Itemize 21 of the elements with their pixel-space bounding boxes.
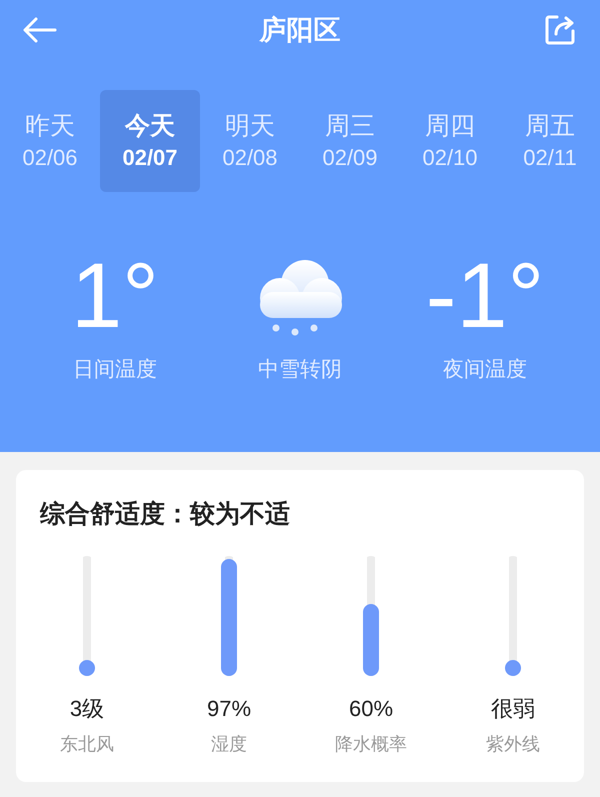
day-tab[interactable]: 周五 02/11 bbox=[500, 90, 600, 192]
night-temperature: -1° bbox=[426, 246, 544, 346]
day-tab[interactable]: 昨天 02/06 bbox=[0, 90, 100, 192]
metric-label: 东北风 bbox=[60, 732, 114, 756]
comfort-title: 综合舒适度：较为不适 bbox=[40, 499, 291, 530]
metric-label: 降水概率 bbox=[335, 732, 407, 756]
metric-value: 60% bbox=[348, 694, 394, 722]
night-temperature-label: 夜间温度 bbox=[443, 357, 527, 383]
page-title: 庐阳区 bbox=[260, 14, 340, 47]
metric-value: 很弱 bbox=[491, 694, 535, 722]
day-tab[interactable]: 明天 02/08 bbox=[200, 90, 300, 192]
day-tab[interactable]: 周三 02/09 bbox=[300, 90, 400, 192]
metric-label: 湿度 bbox=[211, 732, 247, 756]
metric-value: 3级 bbox=[70, 694, 104, 722]
metric-label: 紫外线 bbox=[486, 732, 540, 756]
weather-condition: 中雪转阴 bbox=[258, 357, 342, 383]
day-temperature-label: 日间温度 bbox=[73, 357, 157, 383]
metric-value: 97% bbox=[206, 694, 252, 722]
day-temperature: 1° bbox=[71, 246, 159, 346]
day-tab[interactable]: 周四 02/10 bbox=[400, 90, 500, 192]
day-tab[interactable]: 今天 02/07 bbox=[100, 90, 200, 192]
